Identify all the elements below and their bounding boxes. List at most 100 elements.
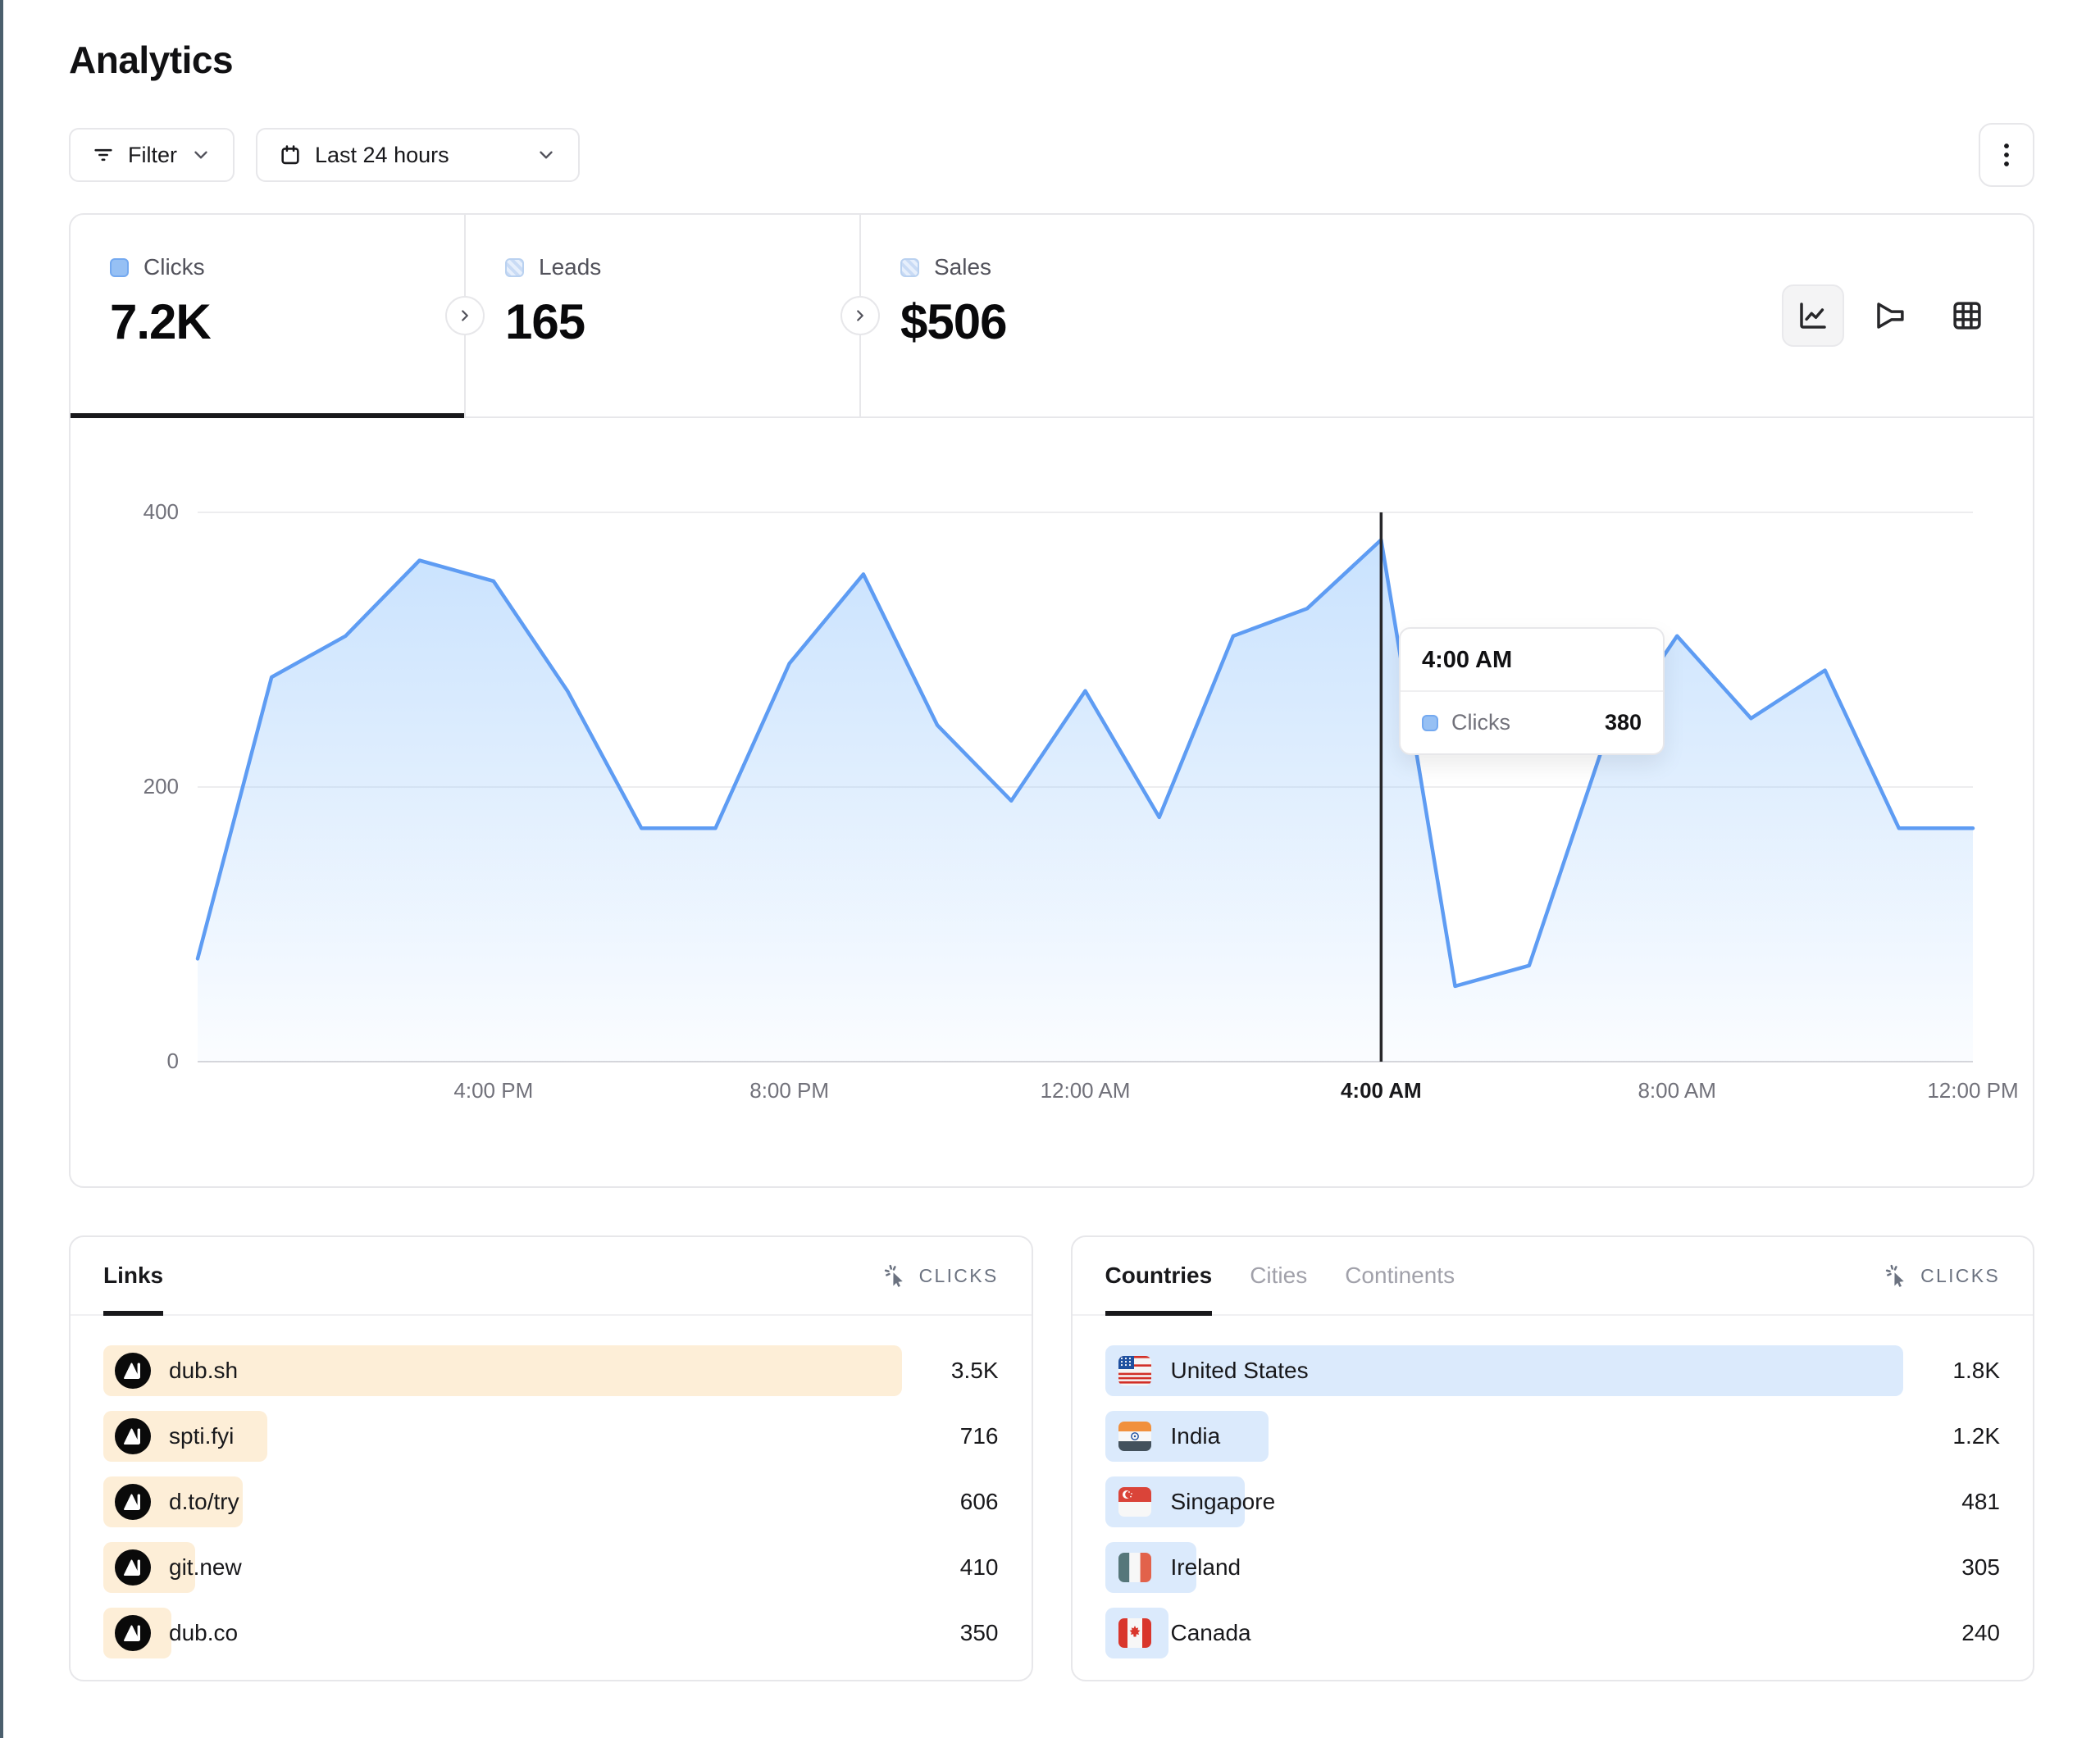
stats-header: Clicks 7.2K Leads 165 [71, 215, 2033, 418]
x-axis-tick-label: 4:00 AM [1291, 1078, 1471, 1103]
x-axis-tick-label: 12:00 PM [1883, 1078, 2063, 1103]
country-row-label: India [1171, 1423, 1221, 1449]
countries-list: United States 1.8K India 1.2K Singapore 481… [1073, 1316, 2034, 1658]
leads-value: 165 [505, 293, 820, 350]
link-row-label: d.to/try [169, 1489, 239, 1515]
country-row-label: Singapore [1171, 1489, 1276, 1515]
tooltip-legend-swatch [1422, 715, 1438, 731]
geo-metric-label: CLICKS [1920, 1265, 2000, 1287]
chart-type-switcher [1782, 284, 1998, 347]
links-panel-header: Links CLICKS [71, 1237, 1032, 1316]
expand-clicks-button[interactable] [445, 296, 485, 335]
country-row[interactable]: Ireland305 [1105, 1542, 2001, 1593]
line-chart-icon [1796, 298, 1830, 333]
tab-clicks[interactable]: Clicks 7.2K [71, 215, 464, 416]
link-row-clicks-value: 716 [960, 1423, 999, 1449]
country-row[interactable]: Singapore 481 [1105, 1476, 2001, 1527]
more-options-button[interactable] [1979, 123, 2034, 187]
link-row[interactable]: dub.co 350 [103, 1608, 999, 1658]
x-axis-tick-label: 8:00 AM [1587, 1078, 1767, 1103]
chart-plot-area[interactable] [198, 512, 1973, 1062]
clicks-tab-label: Clicks [143, 254, 205, 280]
chevron-down-icon [535, 144, 557, 166]
expand-leads-button[interactable] [840, 296, 880, 335]
analytics-page: Analytics Filter Last 24 hours [0, 0, 2100, 1681]
chevron-down-icon [190, 144, 212, 166]
table-view-button[interactable] [1936, 284, 1998, 347]
tab-sales[interactable]: Sales $506 [861, 215, 1255, 416]
x-axis-tick-label: 8:00 PM [699, 1078, 880, 1103]
link-row-clicks-value: 350 [960, 1620, 999, 1646]
dub-logo-icon [115, 1484, 151, 1520]
link-row-clicks-value: 3.5K [951, 1358, 999, 1384]
analytics-card: Clicks 7.2K Leads 165 [69, 213, 2034, 1188]
tooltip-time: 4:00 AM [1401, 629, 1663, 692]
tooltip-series-name: Clicks [1451, 710, 1592, 735]
country-row[interactable]: India 1.2K [1105, 1411, 2001, 1462]
country-row-clicks-value: 1.8K [1952, 1358, 2000, 1384]
link-row[interactable]: git.new410 [103, 1542, 999, 1593]
ie-flag-icon [1117, 1549, 1153, 1586]
link-row-label: spti.fyi [169, 1423, 234, 1449]
leads-legend-swatch [505, 258, 524, 277]
controls-row: Filter Last 24 hours [69, 123, 2034, 187]
tab-leads[interactable]: Leads 165 [466, 215, 859, 416]
tab-countries[interactable]: Countries [1105, 1237, 1213, 1314]
country-row-clicks-value: 240 [1961, 1620, 2000, 1646]
dub-logo-icon [115, 1353, 151, 1389]
in-flag-icon [1117, 1418, 1153, 1454]
leads-tab-label: Leads [539, 254, 601, 280]
country-row[interactable]: United States 1.8K [1105, 1345, 2001, 1396]
kebab-menu-icon [1994, 141, 2019, 169]
country-row-clicks-value: 1.2K [1952, 1423, 2000, 1449]
x-axis-tick-label: 12:00 AM [995, 1078, 1176, 1103]
links-panel: Links CLICKS dub.sh 3.5K spti.fyi 716 d.to… [69, 1235, 1033, 1681]
link-row[interactable]: d.to/try606 [103, 1476, 999, 1527]
page-title: Analytics [69, 38, 2034, 82]
link-row[interactable]: spti.fyi 716 [103, 1411, 999, 1462]
sg-flag-icon [1117, 1484, 1153, 1520]
dub-logo-icon [115, 1418, 151, 1454]
tab-cities[interactable]: Cities [1250, 1237, 1307, 1314]
date-range-button[interactable]: Last 24 hours [256, 128, 580, 182]
geo-panel: Countries Cities Continents CLICKS Unite… [1071, 1235, 2035, 1681]
links-metric-label: CLICKS [919, 1265, 999, 1287]
filter-button-label: Filter [128, 143, 177, 168]
funnel-icon [1873, 298, 1907, 333]
grid-table-icon [1950, 298, 1984, 333]
country-row-clicks-value: 481 [1961, 1489, 2000, 1515]
ca-flag-icon [1117, 1615, 1153, 1651]
geo-panel-header: Countries Cities Continents CLICKS [1073, 1237, 2034, 1316]
filter-icon [92, 143, 115, 166]
country-row-label: Canada [1171, 1620, 1251, 1646]
tooltip-value: 380 [1605, 710, 1642, 735]
link-row-label: dub.co [169, 1620, 238, 1646]
links-metric-toggle[interactable]: CLICKS [883, 1237, 999, 1314]
filter-button[interactable]: Filter [69, 128, 235, 182]
tab-continents[interactable]: Continents [1345, 1237, 1455, 1314]
tab-links[interactable]: Links [103, 1237, 163, 1314]
country-row[interactable]: Canada 240 [1105, 1608, 2001, 1658]
country-row-label: United States [1171, 1358, 1309, 1384]
y-axis-tick-label: 400 [103, 499, 179, 525]
links-list: dub.sh 3.5K spti.fyi 716 d.to/try606 git.n… [71, 1316, 1032, 1658]
area-chart-svg [198, 512, 1973, 1062]
chart-tooltip: 4:00 AM Clicks 380 [1399, 627, 1665, 755]
page-edge-accent [0, 0, 3, 1738]
x-axis-tick-label: 4:00 PM [403, 1078, 584, 1103]
y-axis-tick-label: 0 [103, 1049, 179, 1074]
country-row-label: Ireland [1171, 1554, 1241, 1581]
link-row[interactable]: dub.sh 3.5K [103, 1345, 999, 1396]
link-row-clicks-value: 410 [960, 1554, 999, 1581]
sales-tab-label: Sales [934, 254, 991, 280]
geo-metric-toggle[interactable]: CLICKS [1884, 1237, 2000, 1314]
date-range-label: Last 24 hours [315, 143, 449, 168]
dub-logo-icon [115, 1615, 151, 1651]
line-chart-view-button[interactable] [1782, 284, 1844, 347]
link-row-label: dub.sh [169, 1358, 238, 1384]
area-fill [198, 540, 1973, 1062]
chevron-right-icon [456, 307, 474, 325]
funnel-view-button[interactable] [1859, 284, 1921, 347]
clicks-value: 7.2K [110, 293, 425, 350]
breakdown-panels: Links CLICKS dub.sh 3.5K spti.fyi 716 d.to… [69, 1235, 2034, 1681]
